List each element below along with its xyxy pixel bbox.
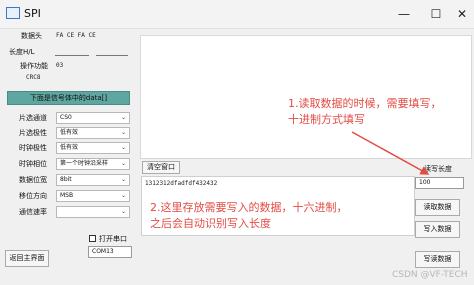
- row-label-data-width: 数据位宽: [19, 176, 47, 184]
- op-value: 03: [56, 62, 64, 69]
- data-width-value: 8bit: [60, 176, 72, 183]
- window-title: SPI: [24, 7, 41, 20]
- annotation-read-note: 1.读取数据的时候，需要填写， 十进制方式填写: [288, 96, 442, 128]
- length-high-input[interactable]: [55, 42, 89, 56]
- annotation-read-line1: 1.读取数据的时候，需要填写，: [288, 97, 442, 110]
- crc-label: CRC8: [26, 74, 41, 81]
- chevron-down-icon: ⌄: [120, 160, 126, 167]
- cs-polarity-select[interactable]: 低有效 ⌄: [56, 127, 130, 139]
- read-length-label: 读写长度: [424, 165, 452, 173]
- minimize-button[interactable]: —: [392, 4, 416, 24]
- spi-window: SPI — ☐ ✕ 数据头 FA CE FA CE 长度H/L 操作功能 03 …: [0, 0, 474, 285]
- clear-window-button[interactable]: 清空窗口: [142, 161, 180, 174]
- annotation-write-line2: 之后会自动识别写入长度: [150, 217, 271, 230]
- clock-polarity-value: 低有效: [60, 144, 79, 151]
- cs-channel-select[interactable]: CS0 ⌄: [56, 112, 130, 124]
- clock-phase-select[interactable]: 第一个时钟沿采样 ⌄: [56, 158, 130, 170]
- op-label: 操作功能: [20, 62, 48, 70]
- write-read-data-button[interactable]: 写读数据: [415, 251, 460, 268]
- data-width-select[interactable]: 8bit ⌄: [56, 174, 130, 186]
- cs-polarity-value: 低有效: [60, 129, 79, 136]
- read-length-input[interactable]: 100: [415, 177, 464, 189]
- clock-phase-value: 第一个时钟沿采样: [60, 160, 109, 167]
- back-to-main-button[interactable]: 返回主界面: [5, 250, 49, 267]
- row-label-baud-rate: 通信速率: [19, 208, 47, 216]
- chevron-down-icon: ⌄: [120, 208, 126, 215]
- header-label: 数据头: [21, 32, 42, 40]
- row-label-clock-polarity: 时钟极性: [19, 144, 47, 152]
- baud-rate-select[interactable]: ⌄: [56, 206, 130, 218]
- length-label: 长度H/L: [9, 48, 35, 56]
- open-port-checkbox[interactable]: [89, 235, 96, 242]
- signal-data-button[interactable]: 下面是信号体中的data[]: [7, 91, 130, 105]
- com-port-value: COM13: [92, 248, 114, 255]
- maximize-button[interactable]: ☐: [424, 4, 448, 24]
- chevron-down-icon: ⌄: [120, 176, 126, 183]
- watermark: CSDN @VF-TECH: [392, 270, 468, 280]
- row-label-cs-polarity: 片选极性: [19, 129, 47, 137]
- close-button[interactable]: ✕: [450, 4, 474, 24]
- length-low-input[interactable]: [96, 42, 128, 56]
- header-value: FA CE FA CE: [56, 32, 96, 39]
- read-length-value: 100: [419, 179, 431, 186]
- read-data-button[interactable]: 读取数据: [415, 199, 460, 216]
- title-bar: SPI — ☐ ✕: [0, 0, 474, 29]
- shift-direction-select[interactable]: MSB ⌄: [56, 190, 130, 202]
- write-data-button[interactable]: 写入数据: [415, 221, 460, 238]
- chevron-down-icon: ⌄: [120, 114, 126, 121]
- row-label-clock-phase: 时钟相位: [19, 160, 47, 168]
- row-label-shift-direction: 移位方向: [19, 192, 47, 200]
- chevron-down-icon: ⌄: [120, 144, 126, 151]
- clock-polarity-select[interactable]: 低有效 ⌄: [56, 142, 130, 154]
- com-port-select[interactable]: COM13: [88, 246, 132, 258]
- row-label-cs-channel: 片选通道: [19, 114, 47, 122]
- annotation-write-line1: 2.这里存放需要写入的数据，十六进制，: [150, 201, 348, 214]
- shift-direction-value: MSB: [60, 192, 74, 199]
- write-data-value: 1312312dfadfdf432432: [145, 180, 218, 187]
- annotation-write-note: 2.这里存放需要写入的数据，十六进制， 之后会自动识别写入长度: [150, 200, 348, 232]
- chevron-down-icon: ⌄: [120, 129, 126, 136]
- cs-channel-value: CS0: [60, 114, 72, 121]
- open-port-label: 打开串口: [99, 235, 127, 243]
- chevron-down-icon: ⌄: [120, 192, 126, 199]
- app-window-icon: [6, 7, 20, 19]
- annotation-read-line2: 十进制方式填写: [288, 113, 365, 126]
